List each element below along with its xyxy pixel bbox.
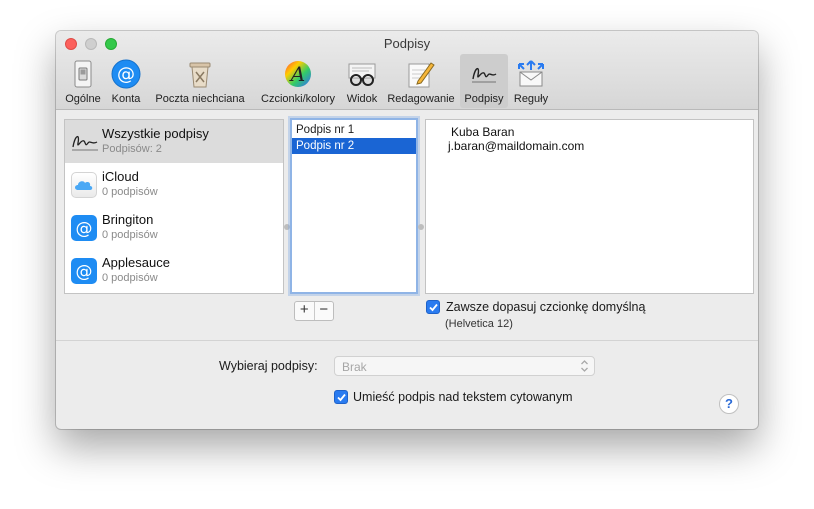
tab-junk-mail[interactable]: Poczta niechciana [150,54,250,108]
list-item[interactable]: iCloud 0 podpisów [65,163,283,206]
signatures-list[interactable]: Podpis nr 1 Podpis nr 2 [290,118,418,294]
tab-general[interactable]: Ogólne [62,54,104,108]
tab-view[interactable]: Widok [342,54,382,108]
accounts-list[interactable]: Wszystkie podpisy Podpisów: 2 iCloud 0 p… [64,119,284,294]
signature-icon [71,129,98,155]
rules-envelope-icon [516,59,546,89]
place-above-quoted-label: Umieść podpis nad tekstem cytowanym [353,390,573,404]
glasses-icon [347,59,377,89]
list-item[interactable]: Wszystkie podpisy Podpisów: 2 [65,120,283,163]
at-sign-icon: @ [71,258,97,284]
tab-signatures[interactable]: Podpisy [460,54,508,108]
general-switch-icon [68,59,98,89]
divider [56,340,758,341]
junk-trash-icon [185,59,215,89]
checkmark-icon [337,393,346,402]
list-item[interactable]: Podpis nr 2 [292,138,416,154]
font-colors-icon: A [283,59,313,89]
signature-editor[interactable]: Kuba Baran j.baran@maildomain.com [425,119,754,294]
svg-text:@: @ [76,262,93,282]
font-info: (Helvetica 12) [445,318,513,330]
signature-text: Kuba Baran [451,125,515,139]
remove-signature-button[interactable]: − [315,302,334,320]
help-button[interactable]: ? [719,394,739,414]
choose-signature-select[interactable]: Brak [334,356,595,376]
tab-fonts-colors[interactable]: A Czcionki/kolory [256,54,340,108]
svg-text:A: A [289,62,305,86]
match-font-label: Zawsze dopasuj czcionkę domyślną [446,300,646,314]
place-above-quoted-checkbox[interactable] [334,390,348,404]
add-remove-control: + − [294,301,334,321]
tab-accounts[interactable]: @ Konta [106,54,146,108]
at-sign-icon: @ [111,59,141,89]
svg-text:@: @ [76,219,93,239]
window-title: Podpisy [383,36,431,51]
chevron-updown-icon [580,359,589,376]
match-font-checkbox[interactable] [426,300,440,314]
tab-composing[interactable]: Redagowanie [384,54,458,108]
preferences-window: Podpisy Ogólne @ Konta Poczta niechciana… [56,31,758,429]
list-item[interactable]: Podpis nr 1 [292,122,416,138]
list-item[interactable]: @ Bringiton 0 podpisów [65,206,283,249]
checkmark-icon [429,303,438,312]
svg-text:@: @ [117,64,135,85]
at-sign-icon: @ [71,215,97,241]
cloud-icon [71,172,97,198]
signature-icon [469,59,499,89]
list-item[interactable]: @ Applesauce 0 podpisów [65,249,283,292]
splitter-handle[interactable] [418,224,424,230]
pencil-note-icon [406,59,436,89]
add-signature-button[interactable]: + [295,302,315,320]
tab-rules[interactable]: Reguły [510,54,552,108]
titlebar: Podpisy Ogólne @ Konta Poczta niechciana… [56,31,758,110]
choose-signature-label: Wybieraj podpisy: [219,359,318,373]
